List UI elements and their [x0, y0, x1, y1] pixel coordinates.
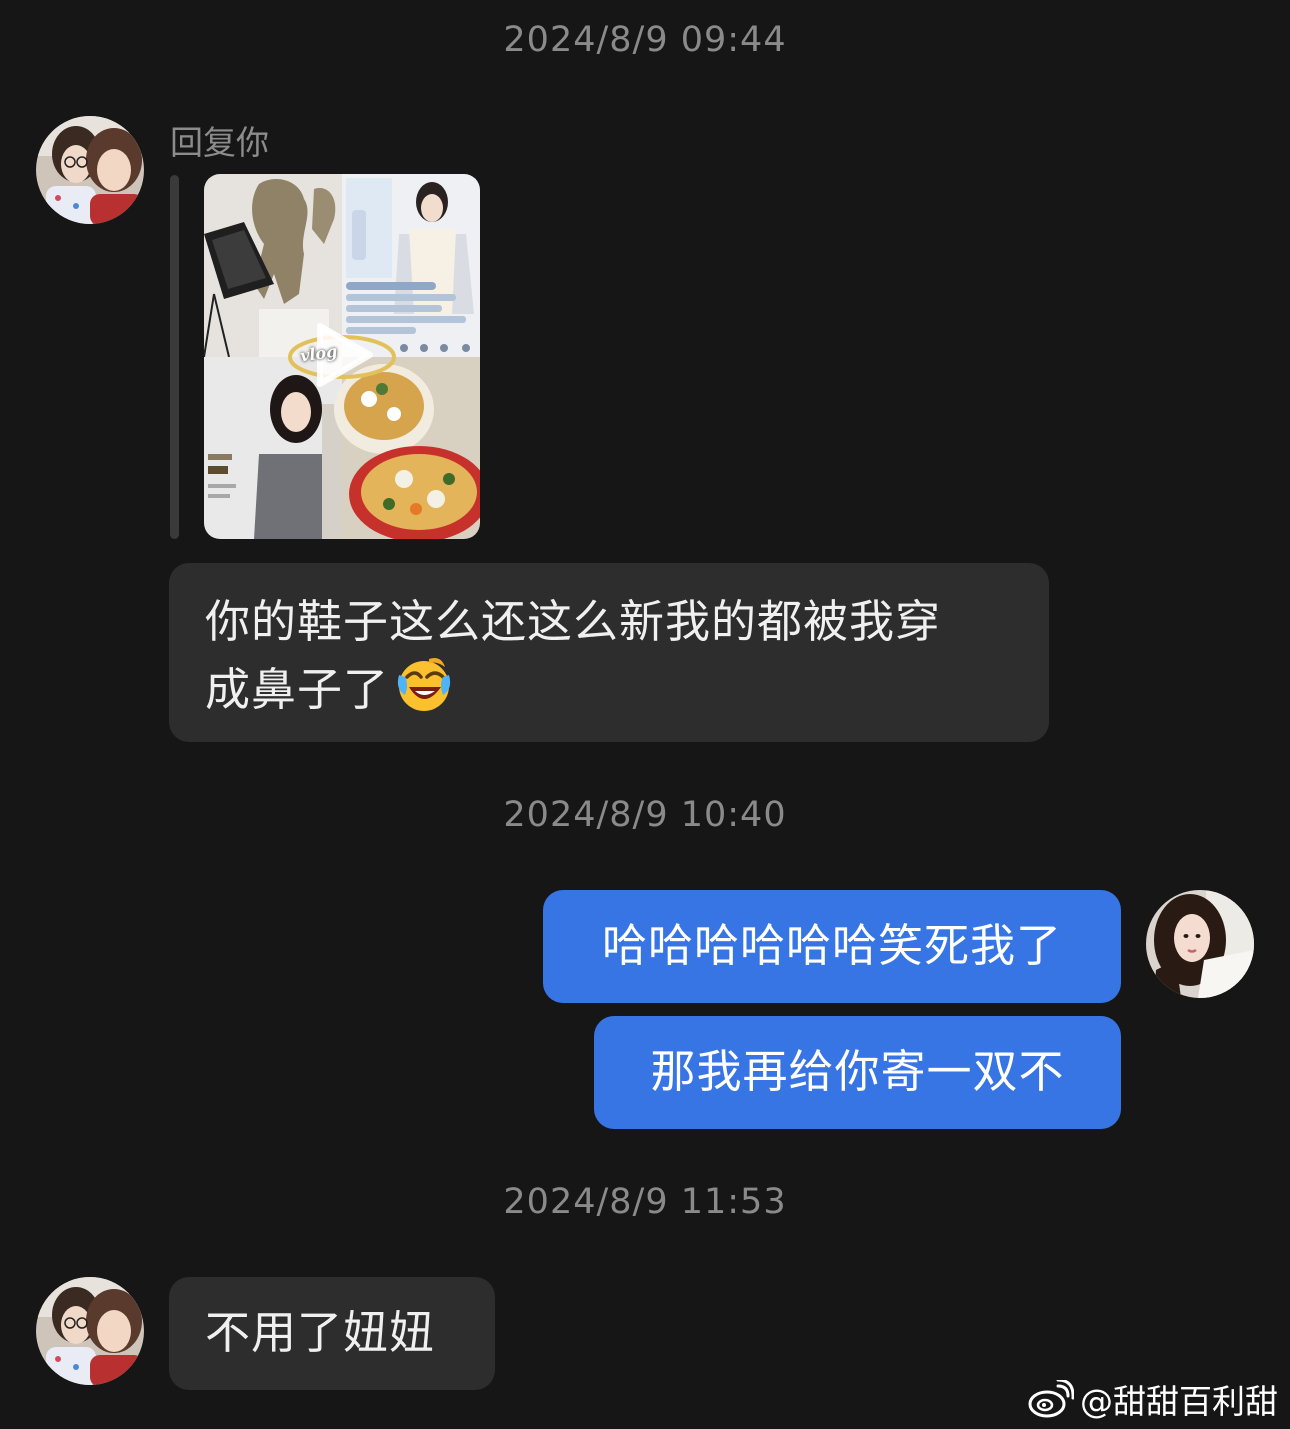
contact-avatar[interactable]	[36, 1277, 144, 1385]
watermark: @甜甜百利甜	[1028, 1375, 1278, 1423]
quote-bar	[170, 175, 179, 539]
outgoing-message-bubble[interactable]: 哈哈哈哈哈哈笑死我了	[543, 890, 1121, 1003]
my-avatar-image	[1146, 890, 1254, 998]
laughing-crying-face-emoji	[397, 658, 451, 711]
incoming-message-bubble[interactable]: 不用了妞妞	[169, 1277, 495, 1390]
contact-avatar-image	[36, 116, 144, 224]
my-avatar[interactable]	[1146, 890, 1254, 998]
weibo-logo-icon	[1028, 1380, 1074, 1418]
message-text-line: 成鼻子了	[205, 655, 1013, 723]
timestamp: 2024/8/9 11:53	[503, 1182, 787, 1222]
outgoing-message-bubble[interactable]: 那我再给你寄一双不	[594, 1016, 1121, 1129]
contact-avatar[interactable]	[36, 116, 144, 224]
incoming-message-bubble[interactable]: 你的鞋子这么还这么新我的都被我穿 成鼻子了	[169, 563, 1049, 742]
watermark-text: @甜甜百利甜	[1080, 1382, 1278, 1421]
contact-avatar-image	[36, 1277, 144, 1385]
message-text: 那我再给你寄一双不	[650, 1045, 1065, 1098]
message-text-line-2: 成鼻子了	[205, 663, 390, 716]
message-text-line: 你的鞋子这么还这么新我的都被我穿	[205, 595, 942, 648]
quoted-video-thumbnail[interactable]: vlog	[204, 174, 480, 539]
reply-label: 回复你	[170, 123, 269, 162]
message-text: 不用了妞妞	[205, 1306, 436, 1359]
timestamp: 2024/8/9 10:40	[503, 795, 787, 835]
timestamp: 2024/8/9 09:44	[503, 20, 787, 60]
message-text: 哈哈哈哈哈哈笑死我了	[601, 919, 1062, 972]
